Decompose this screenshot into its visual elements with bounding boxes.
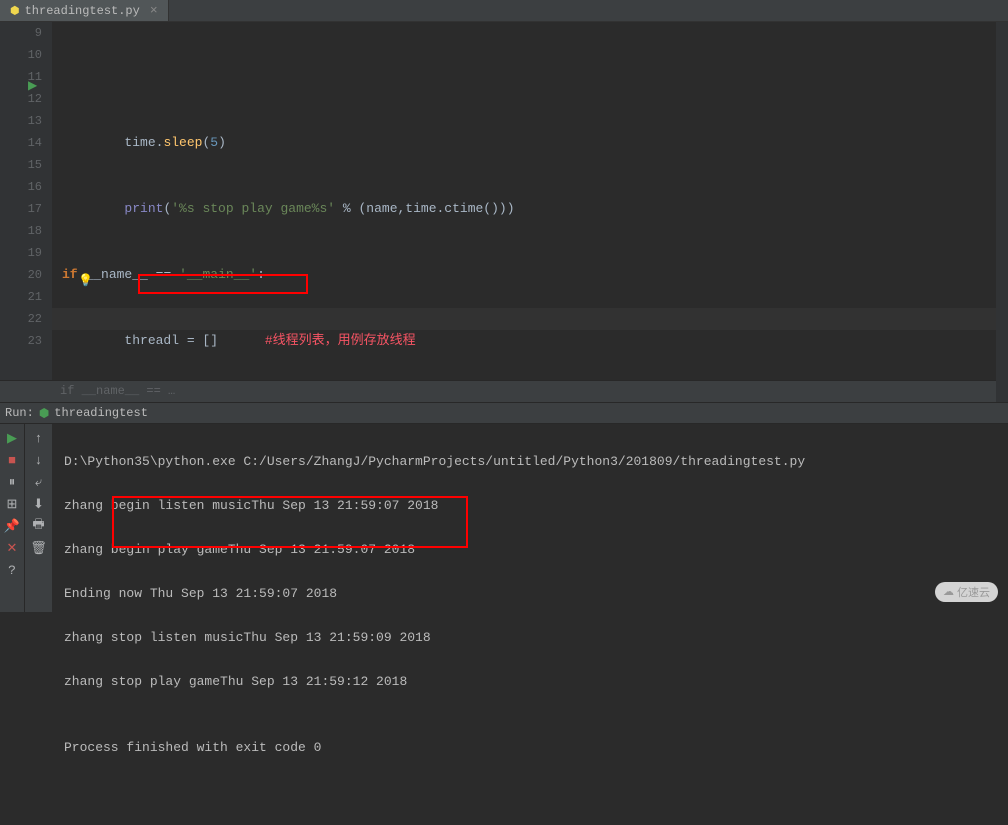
line-number: 21 [0, 286, 42, 308]
console-line: Ending now Thu Sep 13 21:59:07 2018 [64, 583, 996, 605]
run-config-name: threadingtest [54, 406, 148, 420]
code-line: time.sleep(5) [62, 132, 1008, 154]
annotation-box [112, 496, 468, 548]
stop-icon[interactable]: ■ [4, 452, 20, 468]
breadcrumb[interactable]: if __name__ == … [0, 380, 1008, 402]
run-toolbar-right: ↑ ↓ ⤶ ⬇ 🖶 🗑 [24, 424, 52, 612]
trash-icon[interactable]: 🗑 [31, 540, 47, 556]
run-gutter-icon[interactable]: ▶ [28, 75, 37, 97]
close-icon[interactable]: ✕ [4, 540, 20, 556]
rerun-icon[interactable]: ▶ [4, 430, 20, 446]
code-line: threadl = [] #线程列表，用例存放线程 [62, 330, 1008, 352]
line-number: 14 [0, 132, 42, 154]
wrap-icon[interactable]: ⤶ [31, 474, 47, 490]
code-area[interactable]: time.sleep(5) print('%s stop play game%s… [52, 22, 1008, 380]
layout-icon[interactable]: ⊞ [4, 496, 20, 512]
help-icon[interactable]: ? [4, 562, 20, 578]
print-icon[interactable]: 🖶 [31, 518, 47, 534]
watermark: ☁ 亿速云 [935, 582, 998, 602]
editor[interactable]: 9 10 11 12 13 14 15 16 17 18 19 20 21 22… [0, 22, 1008, 380]
console-output[interactable]: D:\Python35\python.exe C:/Users/ZhangJ/P… [52, 424, 1008, 612]
close-icon[interactable]: × [150, 3, 158, 18]
tab-bar: ⬢ threadingtest.py × [0, 0, 1008, 22]
down-icon[interactable]: ↓ [31, 452, 47, 468]
console-line: Process finished with exit code 0 [64, 737, 996, 759]
cloud-icon: ☁ [943, 585, 954, 599]
up-icon[interactable]: ↑ [31, 430, 47, 446]
code-line: print('%s stop play game%s' % (name,time… [62, 198, 1008, 220]
line-number: 19 [0, 242, 42, 264]
python-icon: ⬢ [39, 406, 49, 421]
run-panel: Run: ⬢ threadingtest ▶ ■ ⏸ ⊞ 📌 ✕ ? ↑ ↓ ⤶… [0, 402, 1008, 612]
run-header: Run: ⬢ threadingtest [0, 402, 1008, 424]
line-number: 18 [0, 220, 42, 242]
pause-icon[interactable]: ⏸ [4, 474, 20, 490]
run-label: Run: [5, 406, 34, 420]
file-tab[interactable]: ⬢ threadingtest.py × [0, 0, 169, 21]
console-line: D:\Python35\python.exe C:/Users/ZhangJ/P… [64, 451, 996, 473]
line-number: 17 [0, 198, 42, 220]
line-number: 15 [0, 154, 42, 176]
intention-bulb-icon[interactable]: 💡 [78, 273, 93, 288]
gutter: 9 10 11 12 13 14 15 16 17 18 19 20 21 22… [0, 22, 52, 380]
python-file-icon: ⬢ [10, 4, 20, 18]
run-toolbar-left: ▶ ■ ⏸ ⊞ 📌 ✕ ? [0, 424, 24, 612]
line-number: 10 [0, 44, 42, 66]
line-number: 20 [0, 264, 42, 286]
line-number: 9 [0, 22, 42, 44]
line-number: 22 [0, 308, 42, 330]
code-line: if __name__ == '__main__': [62, 264, 1008, 286]
pin-icon[interactable]: 📌 [4, 518, 20, 534]
console-line: zhang stop play gameThu Sep 13 21:59:12 … [64, 671, 996, 693]
line-number: 13 [0, 110, 42, 132]
line-number: 16 [0, 176, 42, 198]
tab-filename: threadingtest.py [25, 4, 140, 18]
console-line: zhang stop listen musicThu Sep 13 21:59:… [64, 627, 996, 649]
scroll-icon[interactable]: ⬇ [31, 496, 47, 512]
line-number: 23 [0, 330, 42, 352]
